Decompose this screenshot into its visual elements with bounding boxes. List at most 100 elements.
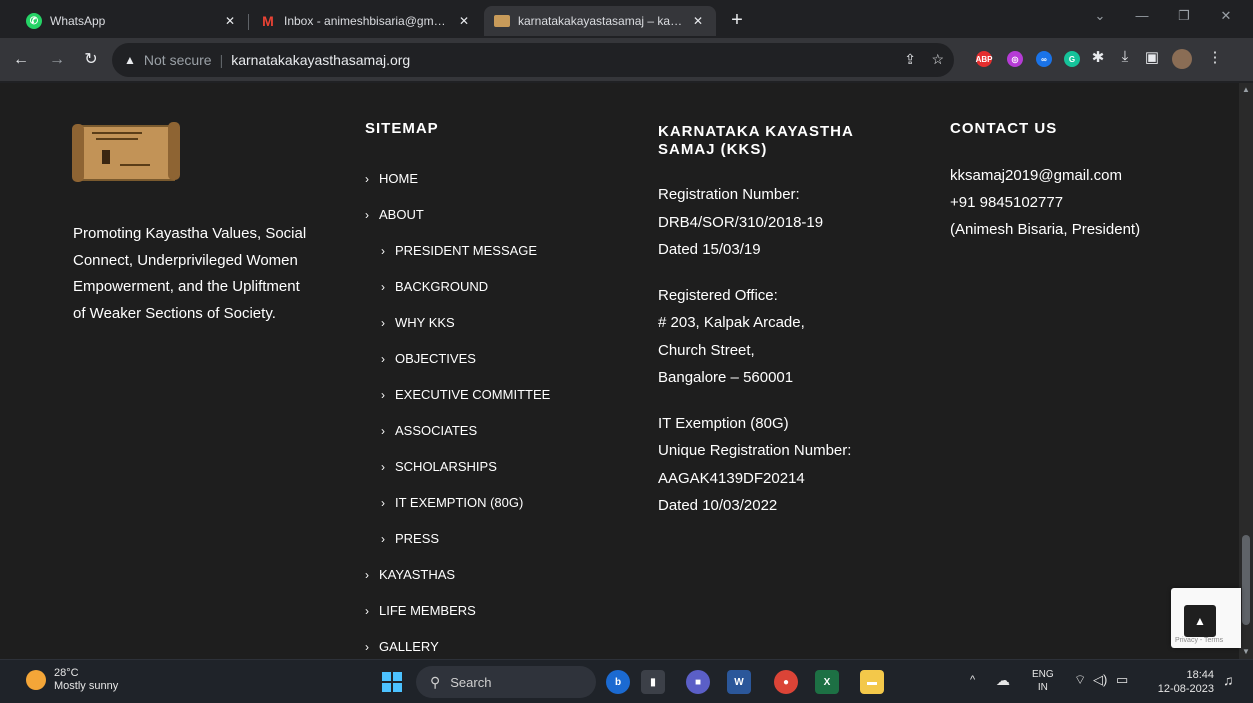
chevron-right-icon: › <box>365 640 369 654</box>
urn-date: Dated 10/03/2022 <box>658 497 778 514</box>
menu-icon[interactable]: ⋮ <box>1205 48 1225 66</box>
kks-heading: KARNATAKA KAYASTHA SAMAJ (KKS) <box>658 123 854 158</box>
windows-taskbar: 28°C Mostly sunny ⚲ Search b ▮ ■ W ● X ▬… <box>0 659 1253 703</box>
extension-icon[interactable]: ◎ <box>1007 51 1023 67</box>
sitemap-link-why-kks[interactable]: › WHY KKS <box>365 310 550 346</box>
close-tab-icon[interactable]: ✕ <box>456 14 472 28</box>
contact-phone[interactable]: +91 9845102777 <box>950 189 1140 216</box>
wifi-icon[interactable]: ⌔ <box>1074 672 1086 688</box>
windows-start-icon[interactable] <box>382 672 402 692</box>
teams-chat-icon[interactable]: ■ <box>686 670 710 694</box>
close-window-icon[interactable]: ✕ <box>1209 8 1243 24</box>
clock[interactable]: 18:44 12-08-2023 <box>1150 668 1214 696</box>
language-indicator[interactable]: ENG IN <box>1032 668 1054 694</box>
bing-icon[interactable]: b <box>606 670 630 694</box>
contact-details: kksamaj2019@gmail.com +91 9845102777 (An… <box>950 162 1140 243</box>
sitemap-link-about[interactable]: › ABOUT <box>365 202 550 238</box>
side-panel-icon[interactable]: ▣ <box>1142 48 1162 66</box>
tab-title: Inbox - animeshbisaria@gmail.co <box>284 14 450 28</box>
footer-tagline: Promoting Kayastha Values, Social Connec… <box>73 225 307 322</box>
sitemap-link-home[interactable]: › HOME <box>365 166 550 202</box>
scroll-down-icon[interactable]: ▼ <box>1239 645 1253 659</box>
grammarly-icon[interactable]: G <box>1064 51 1080 67</box>
chevron-right-icon: › <box>381 244 385 258</box>
page-scrollbar[interactable]: ▲ ▼ <box>1239 83 1253 659</box>
temperature: 28°C <box>54 667 79 679</box>
chevron-right-icon: › <box>381 496 385 510</box>
scrollbar-thumb[interactable] <box>1242 535 1250 625</box>
adblock-icon[interactable]: ABP <box>976 51 992 67</box>
date-text: 12-08-2023 <box>1157 683 1214 695</box>
chevron-right-icon: › <box>365 604 369 618</box>
contact-heading: CONTACT US <box>950 120 1058 137</box>
chevron-up-icon: ▲ <box>1194 614 1206 628</box>
scroll-up-icon[interactable]: ▲ <box>1239 83 1253 97</box>
tab-gmail[interactable]: M Inbox - animeshbisaria@gmail.co ✕ <box>250 6 482 36</box>
download-icon[interactable]: ⤓ <box>1115 48 1135 65</box>
close-tab-icon[interactable]: ✕ <box>222 14 238 28</box>
chevron-right-icon: › <box>381 316 385 330</box>
forward-arrow-icon[interactable]: → <box>46 49 68 71</box>
chevron-right-icon: › <box>365 172 369 186</box>
tab-karnataka-kayastha[interactable]: karnatakakayastasamaj – karnata ✕ <box>484 6 716 36</box>
sitemap-link-associates[interactable]: › ASSOCIATES <box>365 418 550 454</box>
taskbar-search[interactable]: ⚲ Search <box>416 666 596 698</box>
sitemap-link-background[interactable]: › BACKGROUND <box>365 274 550 310</box>
chevron-right-icon: › <box>381 388 385 402</box>
site-logo[interactable] <box>72 120 180 184</box>
registration-number: DRB4/SOR/310/2018-19 <box>658 213 824 231</box>
reload-icon[interactable]: ↻ <box>80 49 102 71</box>
sitemap-heading: SITEMAP <box>365 120 439 137</box>
chevron-right-icon: › <box>381 352 385 366</box>
close-tab-icon[interactable]: ✕ <box>690 14 706 28</box>
search-icon: ⚲ <box>430 673 441 690</box>
browser-toolbar: ← → ↻ ▲ Not secure | karnatakakayasthasa… <box>0 38 1253 82</box>
browser-tab-strip: ✆ WhatsApp ✕ M Inbox - animeshbisaria@gm… <box>0 0 1253 38</box>
chevron-up-icon[interactable]: ^ <box>970 674 975 686</box>
sitemap-link-scholarships[interactable]: › SCHOLARSHIPS <box>365 454 550 490</box>
office-address-line: Church Street, <box>658 341 755 359</box>
weather-widget[interactable]: 28°C Mostly sunny <box>26 667 118 693</box>
sitemap-link-life-members[interactable]: › LIFE MEMBERS <box>365 598 550 634</box>
new-tab-button[interactable]: + <box>726 10 748 32</box>
sitemap-link-it-exemption[interactable]: › IT EXEMPTION (80G) <box>365 490 550 526</box>
task-view-icon[interactable]: ▮ <box>641 670 665 694</box>
back-arrow-icon[interactable]: ← <box>10 49 32 71</box>
tab-whatsapp[interactable]: ✆ WhatsApp ✕ <box>16 6 248 36</box>
puzzle-icon[interactable]: ✱ <box>1088 48 1108 66</box>
sitemap-link-objectives[interactable]: › OBJECTIVES <box>365 346 550 382</box>
sitemap-link-president-message[interactable]: › PRESIDENT MESSAGE <box>365 238 550 274</box>
volume-icon[interactable]: ◁) <box>1093 672 1107 688</box>
onedrive-icon[interactable]: ☁ <box>996 672 1010 689</box>
warning-icon[interactable]: ▲ <box>124 53 136 67</box>
star-icon[interactable]: ☆ <box>931 51 944 68</box>
sitemap-link-kayasthas[interactable]: › KAYASTHAS <box>365 562 550 598</box>
office-address-line: Bangalore – 560001 <box>658 369 794 386</box>
url-text[interactable]: karnatakakayasthasamaj.org <box>231 52 410 68</box>
security-label[interactable]: Not secure <box>144 52 212 68</box>
notification-bell-icon[interactable]: ♫ <box>1223 672 1234 688</box>
address-bar[interactable]: ▲ Not secure | karnatakakayasthasamaj.or… <box>112 43 954 77</box>
back-to-top-button[interactable]: ▲ <box>1184 605 1216 637</box>
excel-icon[interactable]: X <box>815 670 839 694</box>
search-placeholder: Search <box>450 674 492 690</box>
recaptcha-text[interactable]: Privacy - Terms <box>1175 637 1223 644</box>
sitemap-link-press[interactable]: › PRESS <box>365 526 550 562</box>
file-explorer-icon[interactable]: ▬ <box>860 670 884 694</box>
minimize-icon[interactable]: — <box>1125 8 1159 23</box>
tab-search-icon[interactable]: ⌄ <box>1083 8 1117 24</box>
sitemap-link-gallery[interactable]: › GALLERY <box>365 634 550 659</box>
battery-icon[interactable]: ▭ <box>1116 672 1128 688</box>
word-icon[interactable]: W <box>727 670 751 694</box>
contact-email[interactable]: kksamaj2019@gmail.com <box>950 162 1140 189</box>
weather-condition: Mostly sunny <box>54 680 119 692</box>
it-exemption-label: IT Exemption (80G) <box>658 414 789 432</box>
chrome-icon[interactable]: ● <box>774 670 798 694</box>
restore-icon[interactable]: ❐ <box>1167 8 1201 24</box>
extension-icon[interactable]: ∞ <box>1036 51 1052 67</box>
registration-date: Dated 15/03/19 <box>658 241 761 258</box>
web-page: Promoting Kayastha Values, Social Connec… <box>0 83 1253 659</box>
avatar[interactable] <box>1172 49 1192 69</box>
share-icon[interactable]: ⇪ <box>904 51 916 68</box>
sitemap-link-executive-committee[interactable]: › EXECUTIVE COMMITTEE <box>365 382 550 418</box>
